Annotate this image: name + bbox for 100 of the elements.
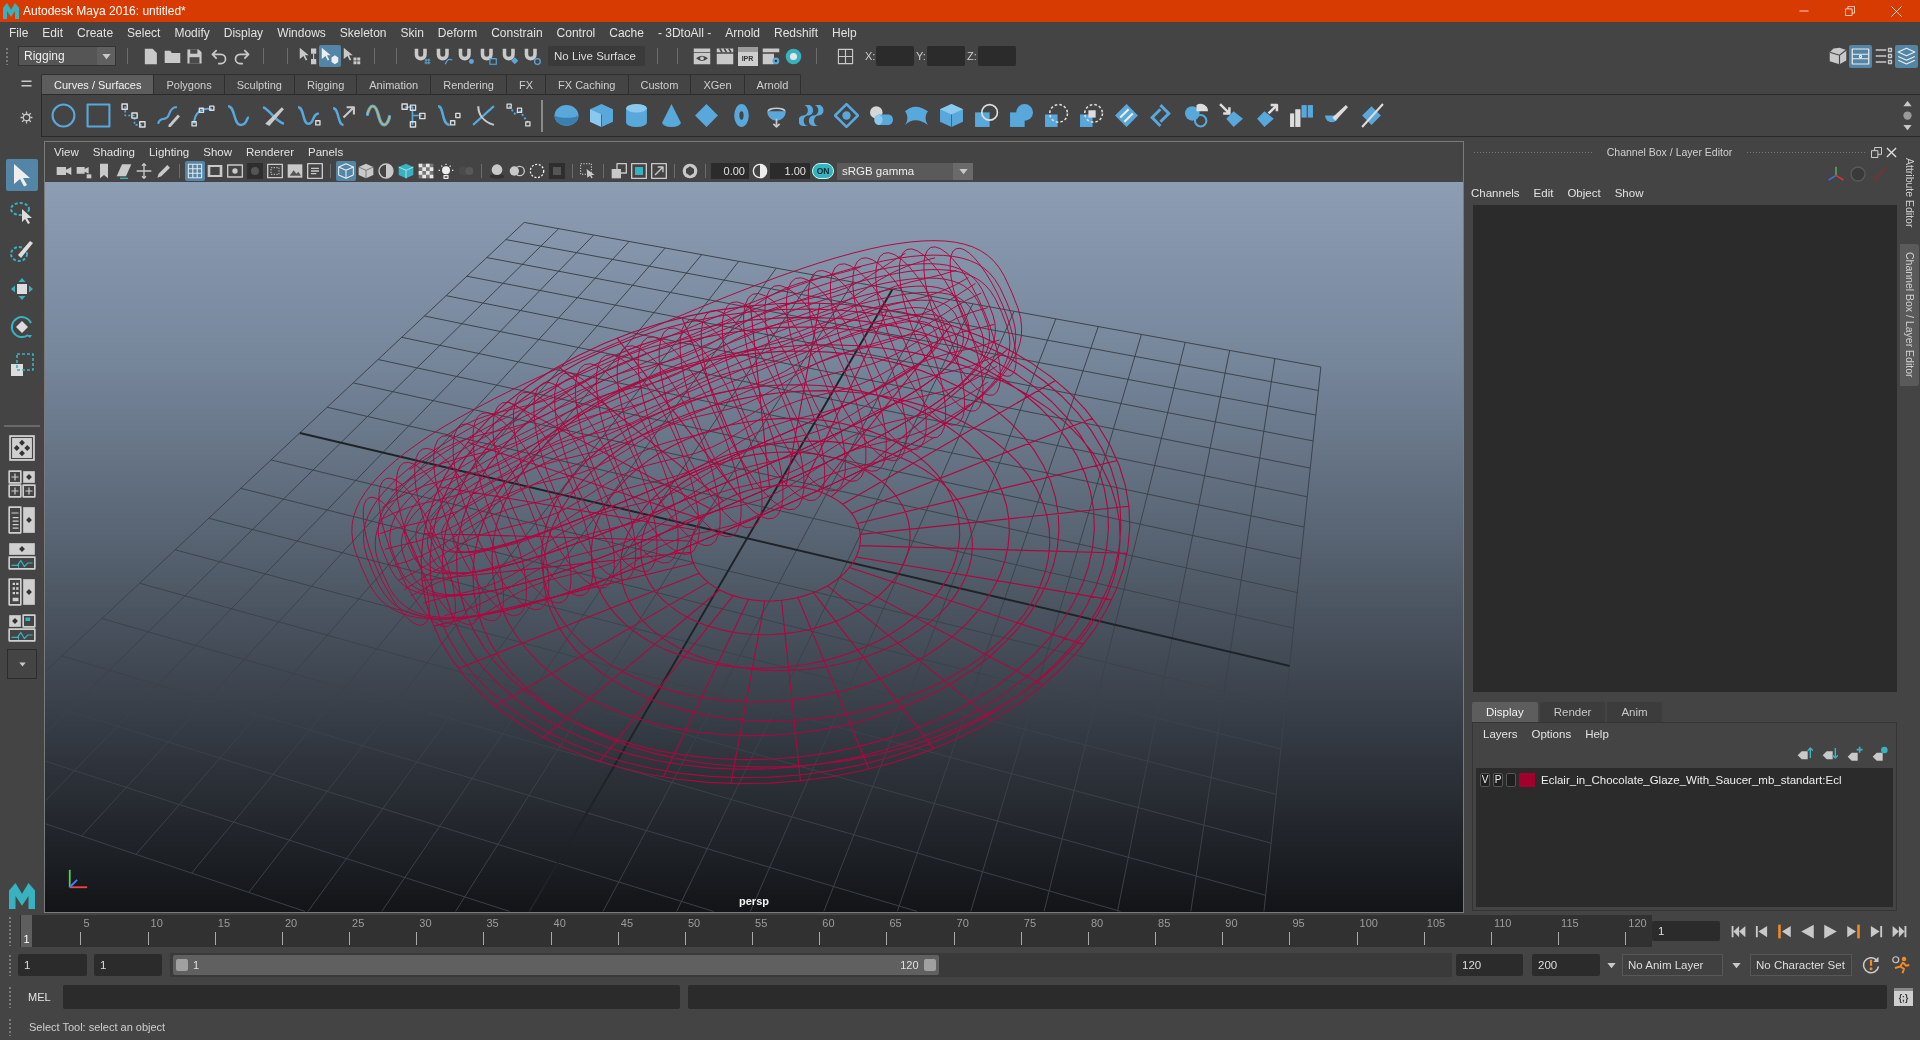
square-circle-icon[interactable] xyxy=(973,103,999,128)
panel-menu-item[interactable]: Renderer xyxy=(239,142,301,161)
axis-tripod-icon[interactable] xyxy=(1828,166,1844,182)
panel-rows-icon[interactable] xyxy=(1849,44,1872,68)
panel-menu-item[interactable]: Shading xyxy=(85,142,142,161)
wave-icon[interactable] xyxy=(365,103,391,128)
magnet-icon[interactable] xyxy=(435,47,453,65)
dotted-path-icon[interactable] xyxy=(505,103,531,128)
layer-tab[interactable]: Anim xyxy=(1607,702,1662,722)
curve-arrow-icon[interactable] xyxy=(330,103,356,128)
swatch-icon[interactable] xyxy=(1519,773,1535,787)
picture-icon[interactable] xyxy=(287,163,303,179)
undo-icon[interactable] xyxy=(210,47,228,65)
stacked-layout-icon[interactable] xyxy=(8,542,36,570)
start-frame-field[interactable]: 1 xyxy=(18,954,87,976)
text-box-icon[interactable] xyxy=(307,163,323,179)
grid-icon[interactable] xyxy=(185,161,205,181)
panel-menu-item[interactable]: Lighting xyxy=(141,142,197,161)
menu-item[interactable]: Create xyxy=(70,23,121,42)
dashed-square-pointer-icon[interactable] xyxy=(580,163,596,179)
layers-icon[interactable] xyxy=(1895,44,1918,68)
menu-item[interactable]: Deform xyxy=(430,23,485,42)
menu-item[interactable]: Cache xyxy=(602,23,651,42)
square-cross-icon[interactable] xyxy=(836,47,854,65)
circular-arrow-icon[interactable] xyxy=(1862,956,1880,974)
shelf-tab[interactable]: Rigging xyxy=(293,74,358,94)
menu-item[interactable]: Modify xyxy=(167,23,217,42)
cube-icon[interactable] xyxy=(588,103,614,128)
menu-item[interactable]: Constrain xyxy=(484,23,550,42)
floppy-icon[interactable] xyxy=(185,47,203,65)
pencil-icon[interactable] xyxy=(156,163,172,179)
circle-icon[interactable] xyxy=(50,103,76,128)
shelf-tab[interactable]: FX Caching xyxy=(545,74,629,94)
dotted-path-icon[interactable] xyxy=(120,103,146,128)
anim-layer-dropdown[interactable]: No Anim Layer xyxy=(1622,954,1723,976)
menu-item[interactable]: Select xyxy=(120,23,168,42)
menu-item[interactable]: Windows xyxy=(270,23,333,42)
play-back-icon[interactable] xyxy=(1800,923,1815,939)
layer-name[interactable]: Eclair_in_Chocolate_Glaze_With_Saucer_mb_standart:Ecl xyxy=(1541,774,1842,786)
ring-icon[interactable] xyxy=(785,47,802,65)
range-handle[interactable] xyxy=(176,959,188,971)
drag-handle[interactable] xyxy=(8,916,12,946)
end-frame-field[interactable]: 200 xyxy=(1532,954,1600,976)
light-bulb-icon[interactable] xyxy=(438,163,454,179)
dashed-ring-icon[interactable] xyxy=(529,163,545,179)
pointer-squares-icon[interactable] xyxy=(299,47,317,65)
curve-icon[interactable] xyxy=(225,103,251,128)
list-icon[interactable] xyxy=(1874,47,1893,65)
four-pane-layout-icon[interactable] xyxy=(8,470,36,498)
menu-item[interactable]: File xyxy=(2,23,36,42)
single-pane-layout-icon[interactable] xyxy=(8,434,36,462)
two-circles-icon[interactable] xyxy=(509,163,525,179)
shelf-tab[interactable]: Polygons xyxy=(153,74,225,94)
color-management-toggle[interactable]: ON xyxy=(812,163,834,179)
crossed-lines-icon[interactable] xyxy=(470,103,496,128)
circle-shapes-icon[interactable] xyxy=(1183,103,1209,128)
menu-item[interactable]: Arnold xyxy=(718,23,767,42)
sphere-icon[interactable] xyxy=(553,103,579,128)
linked-squares-icon[interactable] xyxy=(400,103,426,128)
s-shapes-icon[interactable] xyxy=(798,103,824,128)
step-forward-icon[interactable] xyxy=(1846,923,1861,939)
tag-dot-icon[interactable] xyxy=(1872,746,1888,762)
shelf-tab[interactable]: Rendering xyxy=(430,74,507,94)
cube-icon[interactable] xyxy=(398,163,414,179)
channel-menu-item[interactable]: Object xyxy=(1560,184,1608,202)
curve-blade-icon[interactable] xyxy=(260,103,286,128)
arrow-square-icon[interactable] xyxy=(651,163,667,179)
channel-menu-item[interactable]: Show xyxy=(1607,184,1651,202)
checker-icon[interactable] xyxy=(418,163,434,179)
square-tile-icon[interactable] xyxy=(549,163,565,179)
range-slider-track[interactable]: 1 120 xyxy=(170,953,1452,977)
menu-item[interactable]: Skeleton xyxy=(332,23,394,42)
panel-menu-item[interactable]: Panels xyxy=(300,142,351,161)
magnet-icon[interactable] xyxy=(457,47,475,65)
view-transform-dropdown[interactable]: sRGB gamma xyxy=(837,162,973,180)
layer-menu-item[interactable]: Layers xyxy=(1476,725,1525,743)
caret-up-icon[interactable] xyxy=(1903,99,1912,108)
layer-menu-item[interactable]: Help xyxy=(1578,725,1616,743)
diamond-ring-icon[interactable] xyxy=(833,103,859,128)
layer-menu-item[interactable]: Options xyxy=(1524,725,1579,743)
lasso-icon[interactable] xyxy=(10,201,34,225)
menu-set-dropdown[interactable]: Rigging xyxy=(18,46,116,66)
blank-toggle[interactable] xyxy=(1506,773,1516,787)
coordinate-field[interactable] xyxy=(927,46,965,66)
curve-points-icon[interactable] xyxy=(435,103,461,128)
outliner-layout-icon[interactable] xyxy=(8,578,36,606)
menu-item[interactable]: Help xyxy=(825,23,864,42)
command-input-field[interactable] xyxy=(63,985,680,1009)
menu-icon[interactable] xyxy=(21,78,32,89)
circle-tile-icon[interactable] xyxy=(247,163,263,179)
paint-brush-icon[interactable] xyxy=(10,239,34,263)
drag-handle[interactable] xyxy=(5,47,9,65)
tag-plus-icon[interactable] xyxy=(1847,746,1863,762)
skip-back-icon[interactable] xyxy=(1754,923,1769,939)
playback-end-field[interactable]: 120 xyxy=(1456,954,1523,976)
graph-layout-icon[interactable] xyxy=(8,614,36,642)
current-frame-field[interactable]: 1 xyxy=(1652,921,1720,941)
magnet-icon[interactable] xyxy=(501,47,519,65)
coordinate-field[interactable] xyxy=(978,46,1016,66)
magnet-icon[interactable] xyxy=(479,47,497,65)
